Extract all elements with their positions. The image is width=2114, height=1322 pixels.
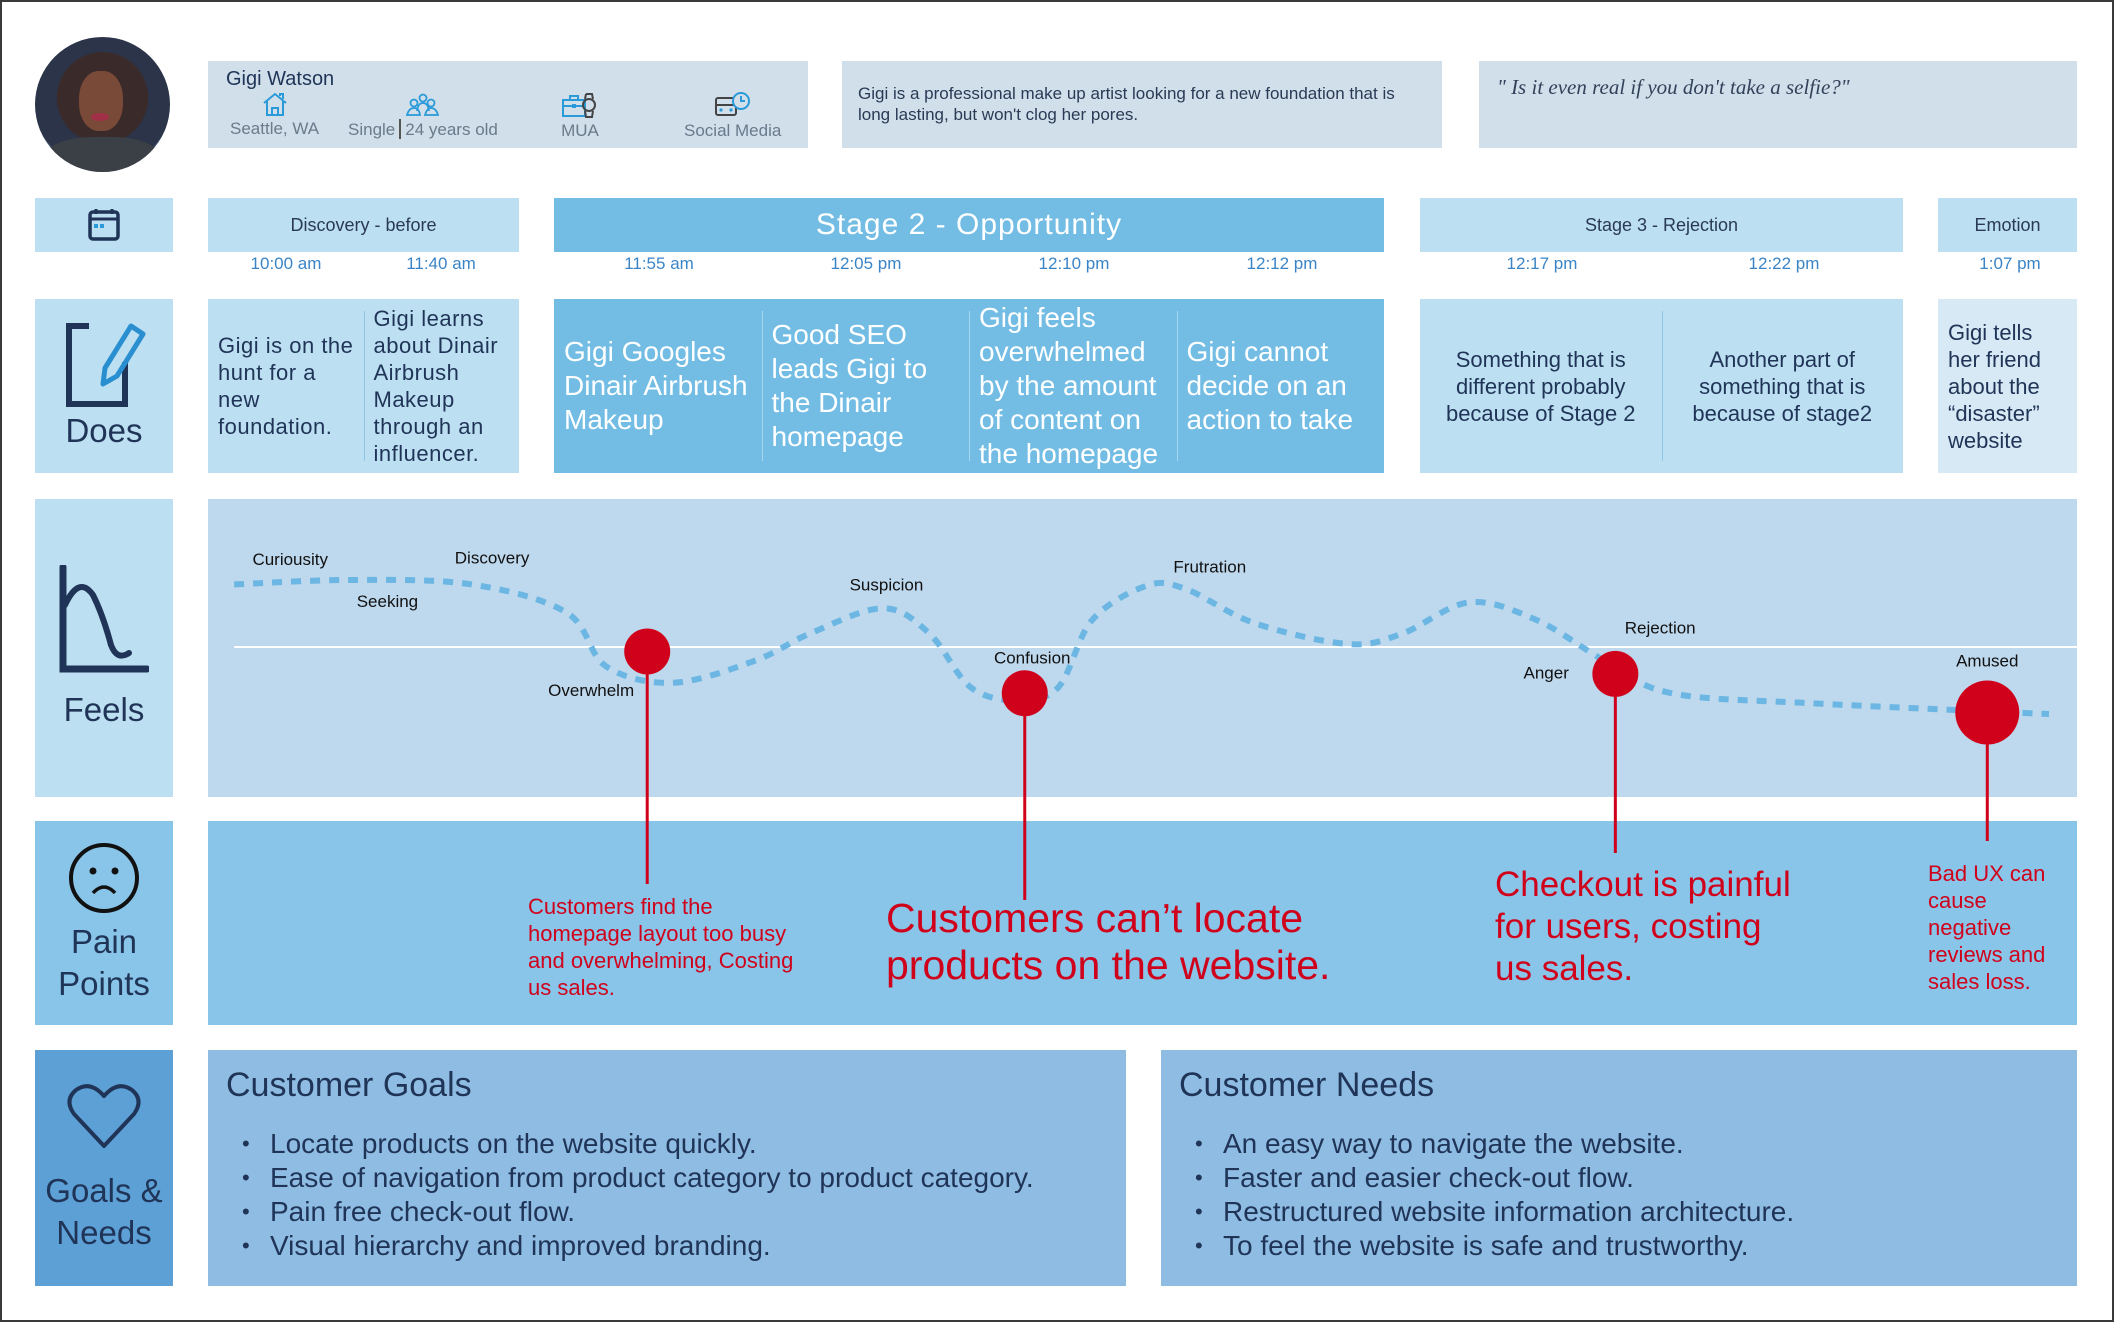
customer-needs-panel: Customer Needs An easy way to navigate t… xyxy=(1161,1050,2077,1286)
goals-list: Locate products on the website quickly. … xyxy=(226,1127,1108,1263)
pain-point-amused: Bad UX can cause negative reviews and sa… xyxy=(1928,861,2046,994)
persona-status: Single 24 years old xyxy=(348,91,498,140)
home-icon xyxy=(262,92,287,116)
needs-list: An easy way to navigate the website. Fas… xyxy=(1179,1127,2059,1263)
need-item: Restructured website information archite… xyxy=(1195,1195,2059,1229)
persona-location: Seattle, WA xyxy=(230,91,319,139)
time-label: 10:00 am xyxy=(250,254,322,273)
does-step-text: Gigi feels overwhelmed by the amount of … xyxy=(979,302,1159,469)
goal-item: Locate products on the website quickly. xyxy=(242,1127,1108,1161)
feels-label: Feels xyxy=(35,499,173,797)
does-step: Another part of something that is becaus… xyxy=(1661,299,1904,473)
goal-item: Pain free check-out flow. xyxy=(242,1195,1108,1229)
bus-clock-icon xyxy=(714,92,750,116)
avatar-scarf xyxy=(45,137,160,172)
does-step: Gigi cannot decide on an action to take xyxy=(1176,299,1385,473)
status-text: Single xyxy=(348,120,396,139)
location-text: Seattle, WA xyxy=(230,119,320,138)
channel-text: Social Media xyxy=(684,121,782,140)
separator xyxy=(399,119,402,139)
pain-point-confusion: Customers can’t locate products on the w… xyxy=(886,895,1331,988)
does-step-text: Gigi cannot decide on an action to take xyxy=(1186,336,1354,435)
persona-occupation: MUA xyxy=(560,91,600,141)
heart-icon xyxy=(67,1084,141,1148)
pain-label-line1: Pain xyxy=(70,923,138,960)
goals-label-line1: Goals & xyxy=(45,1172,163,1209)
need-item: An easy way to navigate the website. xyxy=(1195,1127,2059,1161)
does-step: Gigi learns about Dinair Airbrush Makeup… xyxy=(363,299,520,473)
does-opportunity: Gigi Googles Dinair Airbrush Makeup Good… xyxy=(554,299,1384,473)
goals-title: Customer Goals xyxy=(226,1066,472,1104)
curve-chart-icon xyxy=(59,565,149,673)
persona-card: Gigi Watson Seattle, WA Single 24 years o… xyxy=(208,61,808,148)
briefcase-watch-icon xyxy=(562,93,596,118)
needs-title: Customer Needs xyxy=(1179,1066,1435,1104)
sad-face-icon xyxy=(69,843,139,913)
feels-label-text: Feels xyxy=(63,691,145,728)
stage-header-rejection: Stage 3 - Rejection xyxy=(1420,198,1903,252)
need-item: Faster and easier check-out flow. xyxy=(1195,1161,2059,1195)
does-label: Does xyxy=(35,299,173,473)
avatar-lips xyxy=(91,113,109,121)
does-step-text: Gigi tells her friend about the “disaste… xyxy=(1948,319,2041,453)
does-step: Gigi Googles Dinair Airbrush Makeup xyxy=(554,299,762,473)
need-item: To feel the website is safe and trustwor… xyxy=(1195,1229,2059,1263)
feels-panel xyxy=(208,499,2077,797)
avatar xyxy=(35,37,170,172)
timeline-label xyxy=(35,198,173,252)
time-label: 12:12 pm xyxy=(1246,254,1318,273)
time-label: 12:05 pm xyxy=(830,254,902,273)
does-step: Gigi feels overwhelmed by the amount of … xyxy=(969,299,1177,473)
does-step: Good SEO leads Gigi to the Dinair homepa… xyxy=(761,299,970,473)
does-rejection: Something that is different probably bec… xyxy=(1420,299,1903,473)
avatar-face xyxy=(79,71,123,131)
does-step-text: Gigi is on the hunt for a new foundation… xyxy=(218,333,354,439)
stage-header-opportunity: Stage 2 - Opportunity xyxy=(554,198,1384,252)
pain-points-label: Pain Points xyxy=(35,821,173,1025)
does-step: Something that is different probably bec… xyxy=(1420,299,1662,473)
people-icon xyxy=(405,93,440,116)
time-label: 12:17 pm xyxy=(1506,254,1578,273)
does-step-text: Gigi learns about Dinair Airbrush Makeup… xyxy=(373,306,499,466)
persona-description: Gigi is a professional make up artist lo… xyxy=(842,61,1442,148)
time-label: 12:22 pm xyxy=(1748,254,1820,273)
time-label: 11:40 am xyxy=(406,254,476,273)
persona-name: Gigi Watson xyxy=(226,68,335,90)
customer-goals-panel: Customer Goals Locate products on the we… xyxy=(208,1050,1126,1286)
pain-label-line2: Points xyxy=(58,965,150,1002)
goals-label-line2: Needs xyxy=(56,1214,152,1251)
does-discovery: Gigi is on the hunt for a new foundation… xyxy=(208,299,519,473)
stage-header-discovery: Discovery - before xyxy=(208,198,519,252)
persona-channel: Social Media xyxy=(684,91,781,141)
does-step: Gigi is on the hunt for a new foundation… xyxy=(208,299,364,473)
persona-quote: " Is it even real if you don't take a se… xyxy=(1479,61,2077,148)
time-label: 1:07 pm xyxy=(1979,254,2041,273)
edit-icon xyxy=(66,323,146,407)
occupation-text: MUA xyxy=(561,121,599,140)
does-emotion: Gigi tells her friend about the “disaste… xyxy=(1938,299,2077,473)
goal-item: Ease of navigation from product category… xyxy=(242,1161,1108,1195)
pain-point-rejection: Checkout is painful for users, costing u… xyxy=(1495,865,1791,988)
does-step-text: Something that is different probably bec… xyxy=(1445,346,1636,426)
does-label-text: Does xyxy=(65,412,143,449)
goals-needs-label: Goals & Needs xyxy=(35,1050,173,1286)
does-step: Gigi tells her friend about the “disaste… xyxy=(1938,299,2077,473)
stage-header-emotion: Emotion xyxy=(1938,198,2077,252)
time-label: 12:10 pm xyxy=(1038,254,1110,273)
does-step-text: Gigi Googles Dinair Airbrush Makeup xyxy=(564,336,748,435)
does-step-text: Good SEO leads Gigi to the Dinair homepa… xyxy=(771,319,928,452)
calendar-icon xyxy=(88,209,120,241)
goal-item: Visual hierarchy and improved branding. xyxy=(242,1229,1108,1263)
time-label: 11:55 am xyxy=(624,254,694,273)
pain-point-overwhelm: Customers find the homepage layout too b… xyxy=(528,894,794,1000)
does-step-text: Another part of something that is becaus… xyxy=(1692,346,1873,426)
age-text: 24 years old xyxy=(405,120,498,139)
